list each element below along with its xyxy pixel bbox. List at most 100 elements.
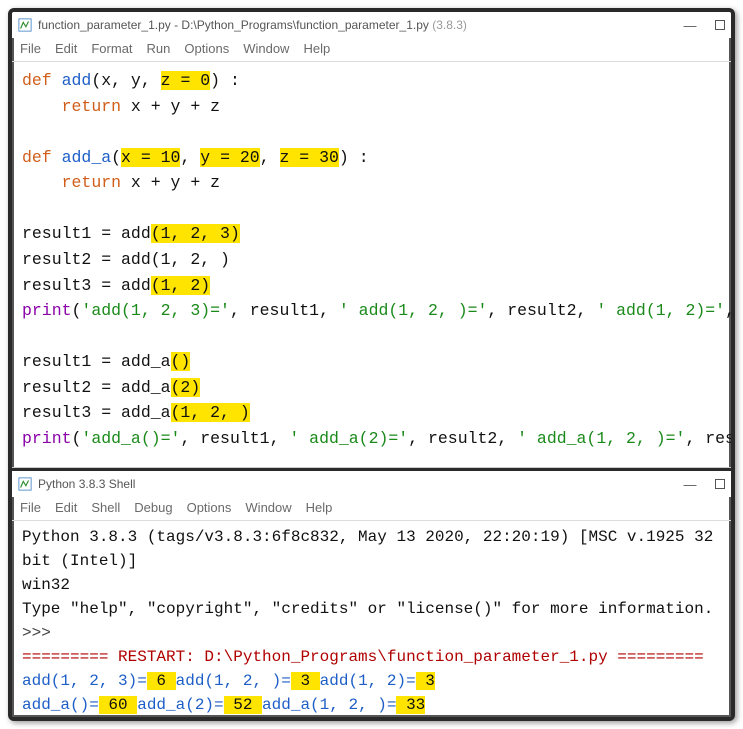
prompt: >>> (22, 720, 60, 721)
out-bv: 52 (224, 696, 262, 714)
minimize-button[interactable]: — (683, 18, 697, 32)
banner-line-2: win32 (22, 573, 721, 597)
idle-icon (18, 18, 32, 32)
out-b: add(1, 2, )= (176, 672, 291, 690)
print: print (22, 429, 72, 448)
code-editor[interactable]: def add(x, y, z = 0) : return x + y + z … (12, 62, 731, 467)
hl-z0: z = 0 (161, 71, 211, 90)
r3-pre: result3 = add (22, 276, 151, 295)
hl-12: (1, 2) (151, 276, 210, 295)
out-av: 60 (99, 696, 137, 714)
out-cv: 3 (416, 672, 435, 690)
kw-def: def (22, 71, 62, 90)
sig-add-post: ) : (210, 71, 240, 90)
kw-return: return (62, 97, 131, 116)
output-line-1: add(1, 2, 3)= 6 add(1, 2, )= 3 add(1, 2)… (22, 669, 721, 693)
menu-help[interactable]: Help (303, 41, 330, 56)
menu-edit[interactable]: Edit (55, 41, 77, 56)
cursor-icon (62, 718, 63, 721)
out-c: add_a(1, 2, )= (262, 696, 396, 714)
menu-file[interactable]: File (20, 41, 41, 56)
r1-pre: result1 = add (22, 224, 151, 243)
menu-file[interactable]: File (20, 500, 41, 515)
out-a: add_a()= (22, 696, 99, 714)
shell-menubar: File Edit Shell Debug Options Window Hel… (12, 497, 731, 521)
hl-y20: y = 20 (200, 148, 259, 167)
menu-shell[interactable]: Shell (91, 500, 120, 515)
shell-window: Python 3.8.3 Shell — File Edit Shell Deb… (12, 471, 731, 721)
shell-output[interactable]: Python 3.8.3 (tags/v3.8.3:6f8c832, May 1… (12, 521, 731, 721)
p1-s3: ' add(1, 2)=' (596, 301, 725, 320)
maximize-button[interactable] (715, 20, 725, 30)
out-a: add(1, 2, 3)= (22, 672, 147, 690)
paren: ( (72, 429, 82, 448)
p2-m2: , result2, (408, 429, 517, 448)
kw-def: def (22, 148, 62, 167)
editor-window: function_parameter_1.py - D:\Python_Prog… (12, 12, 731, 468)
app-frame: function_parameter_1.py - D:\Python_Prog… (8, 8, 735, 721)
out-c: add(1, 2)= (320, 672, 416, 690)
menu-window[interactable]: Window (245, 500, 291, 515)
maximize-button[interactable] (715, 479, 725, 489)
sep2: , (260, 148, 280, 167)
p1-s1: 'add(1, 2, 3)=' (81, 301, 230, 320)
print: print (22, 301, 72, 320)
out-bv: 3 (291, 672, 320, 690)
ar1-pre: result1 = add_a (22, 352, 171, 371)
ar2-pre: result2 = add_a (22, 378, 171, 397)
paren: ( (72, 301, 82, 320)
output-line-2: add_a()= 60 add_a(2)= 52 add_a(1, 2, )= … (22, 693, 721, 717)
idle-icon (18, 477, 32, 491)
editor-title-main: function_parameter_1.py - D:\Python_Prog… (38, 18, 429, 32)
fn-add-a: add_a (62, 148, 112, 167)
editor-menubar: File Edit Format Run Options Window Help (12, 38, 731, 62)
menu-edit[interactable]: Edit (55, 500, 77, 515)
p1-m2: , result2, (487, 301, 596, 320)
minimize-button[interactable]: — (683, 477, 697, 491)
p2-s3: ' add_a(1, 2, )=' (517, 429, 685, 448)
shell-titlebar: Python 3.8.3 Shell — (12, 471, 731, 497)
hl-12b: (1, 2, ) (171, 403, 250, 422)
out-cv: 33 (396, 696, 425, 714)
hl-123: (1, 2, 3) (151, 224, 240, 243)
ret-body: x + y + z (131, 97, 220, 116)
p2-m3: , result3) (685, 429, 735, 448)
p2-m1: , result1, (180, 429, 289, 448)
sig-adda-post: ) : (339, 148, 369, 167)
menu-options[interactable]: Options (184, 41, 229, 56)
hl-x10: x = 10 (121, 148, 180, 167)
menu-format[interactable]: Format (91, 41, 132, 56)
editor-win-controls: — (683, 18, 725, 32)
ret-body: x + y + z (131, 173, 220, 192)
banner-line-3: Type "help", "copyright", "credits" or "… (22, 597, 721, 621)
menu-window[interactable]: Window (243, 41, 289, 56)
fn-add: add (62, 71, 92, 90)
shell-title: Python 3.8.3 Shell (38, 477, 683, 491)
hl-empty: () (171, 352, 191, 371)
restart-line: ========= RESTART: D:\Python_Programs\fu… (22, 645, 721, 669)
p1-m1: , result1, (230, 301, 339, 320)
p1-s2: ' add(1, 2, )=' (339, 301, 488, 320)
banner-line-1: Python 3.8.3 (tags/v3.8.3:6f8c832, May 1… (22, 525, 721, 573)
kw-return: return (62, 173, 131, 192)
menu-help[interactable]: Help (306, 500, 333, 515)
sep1: , (180, 148, 200, 167)
menu-options[interactable]: Options (187, 500, 232, 515)
hl-2: (2) (171, 378, 201, 397)
p2-s2: ' add_a(2)=' (289, 429, 408, 448)
editor-title-suffix: (3.8.3) (429, 18, 467, 32)
sig-add-pre: (x, y, (91, 71, 160, 90)
p2-s1: 'add_a()=' (81, 429, 180, 448)
editor-titlebar: function_parameter_1.py - D:\Python_Prog… (12, 12, 731, 38)
editor-title: function_parameter_1.py - D:\Python_Prog… (38, 18, 683, 32)
hl-z30: z = 30 (280, 148, 339, 167)
ar3-pre: result3 = add_a (22, 403, 171, 422)
menu-run[interactable]: Run (147, 41, 171, 56)
prompt: >>> (22, 621, 721, 645)
p1-m3: , result3) (725, 301, 735, 320)
sig-adda-pre: ( (111, 148, 121, 167)
menu-debug[interactable]: Debug (134, 500, 172, 515)
prompt-line: >>> (22, 717, 721, 721)
shell-win-controls: — (683, 477, 725, 491)
out-b: add_a(2)= (137, 696, 223, 714)
